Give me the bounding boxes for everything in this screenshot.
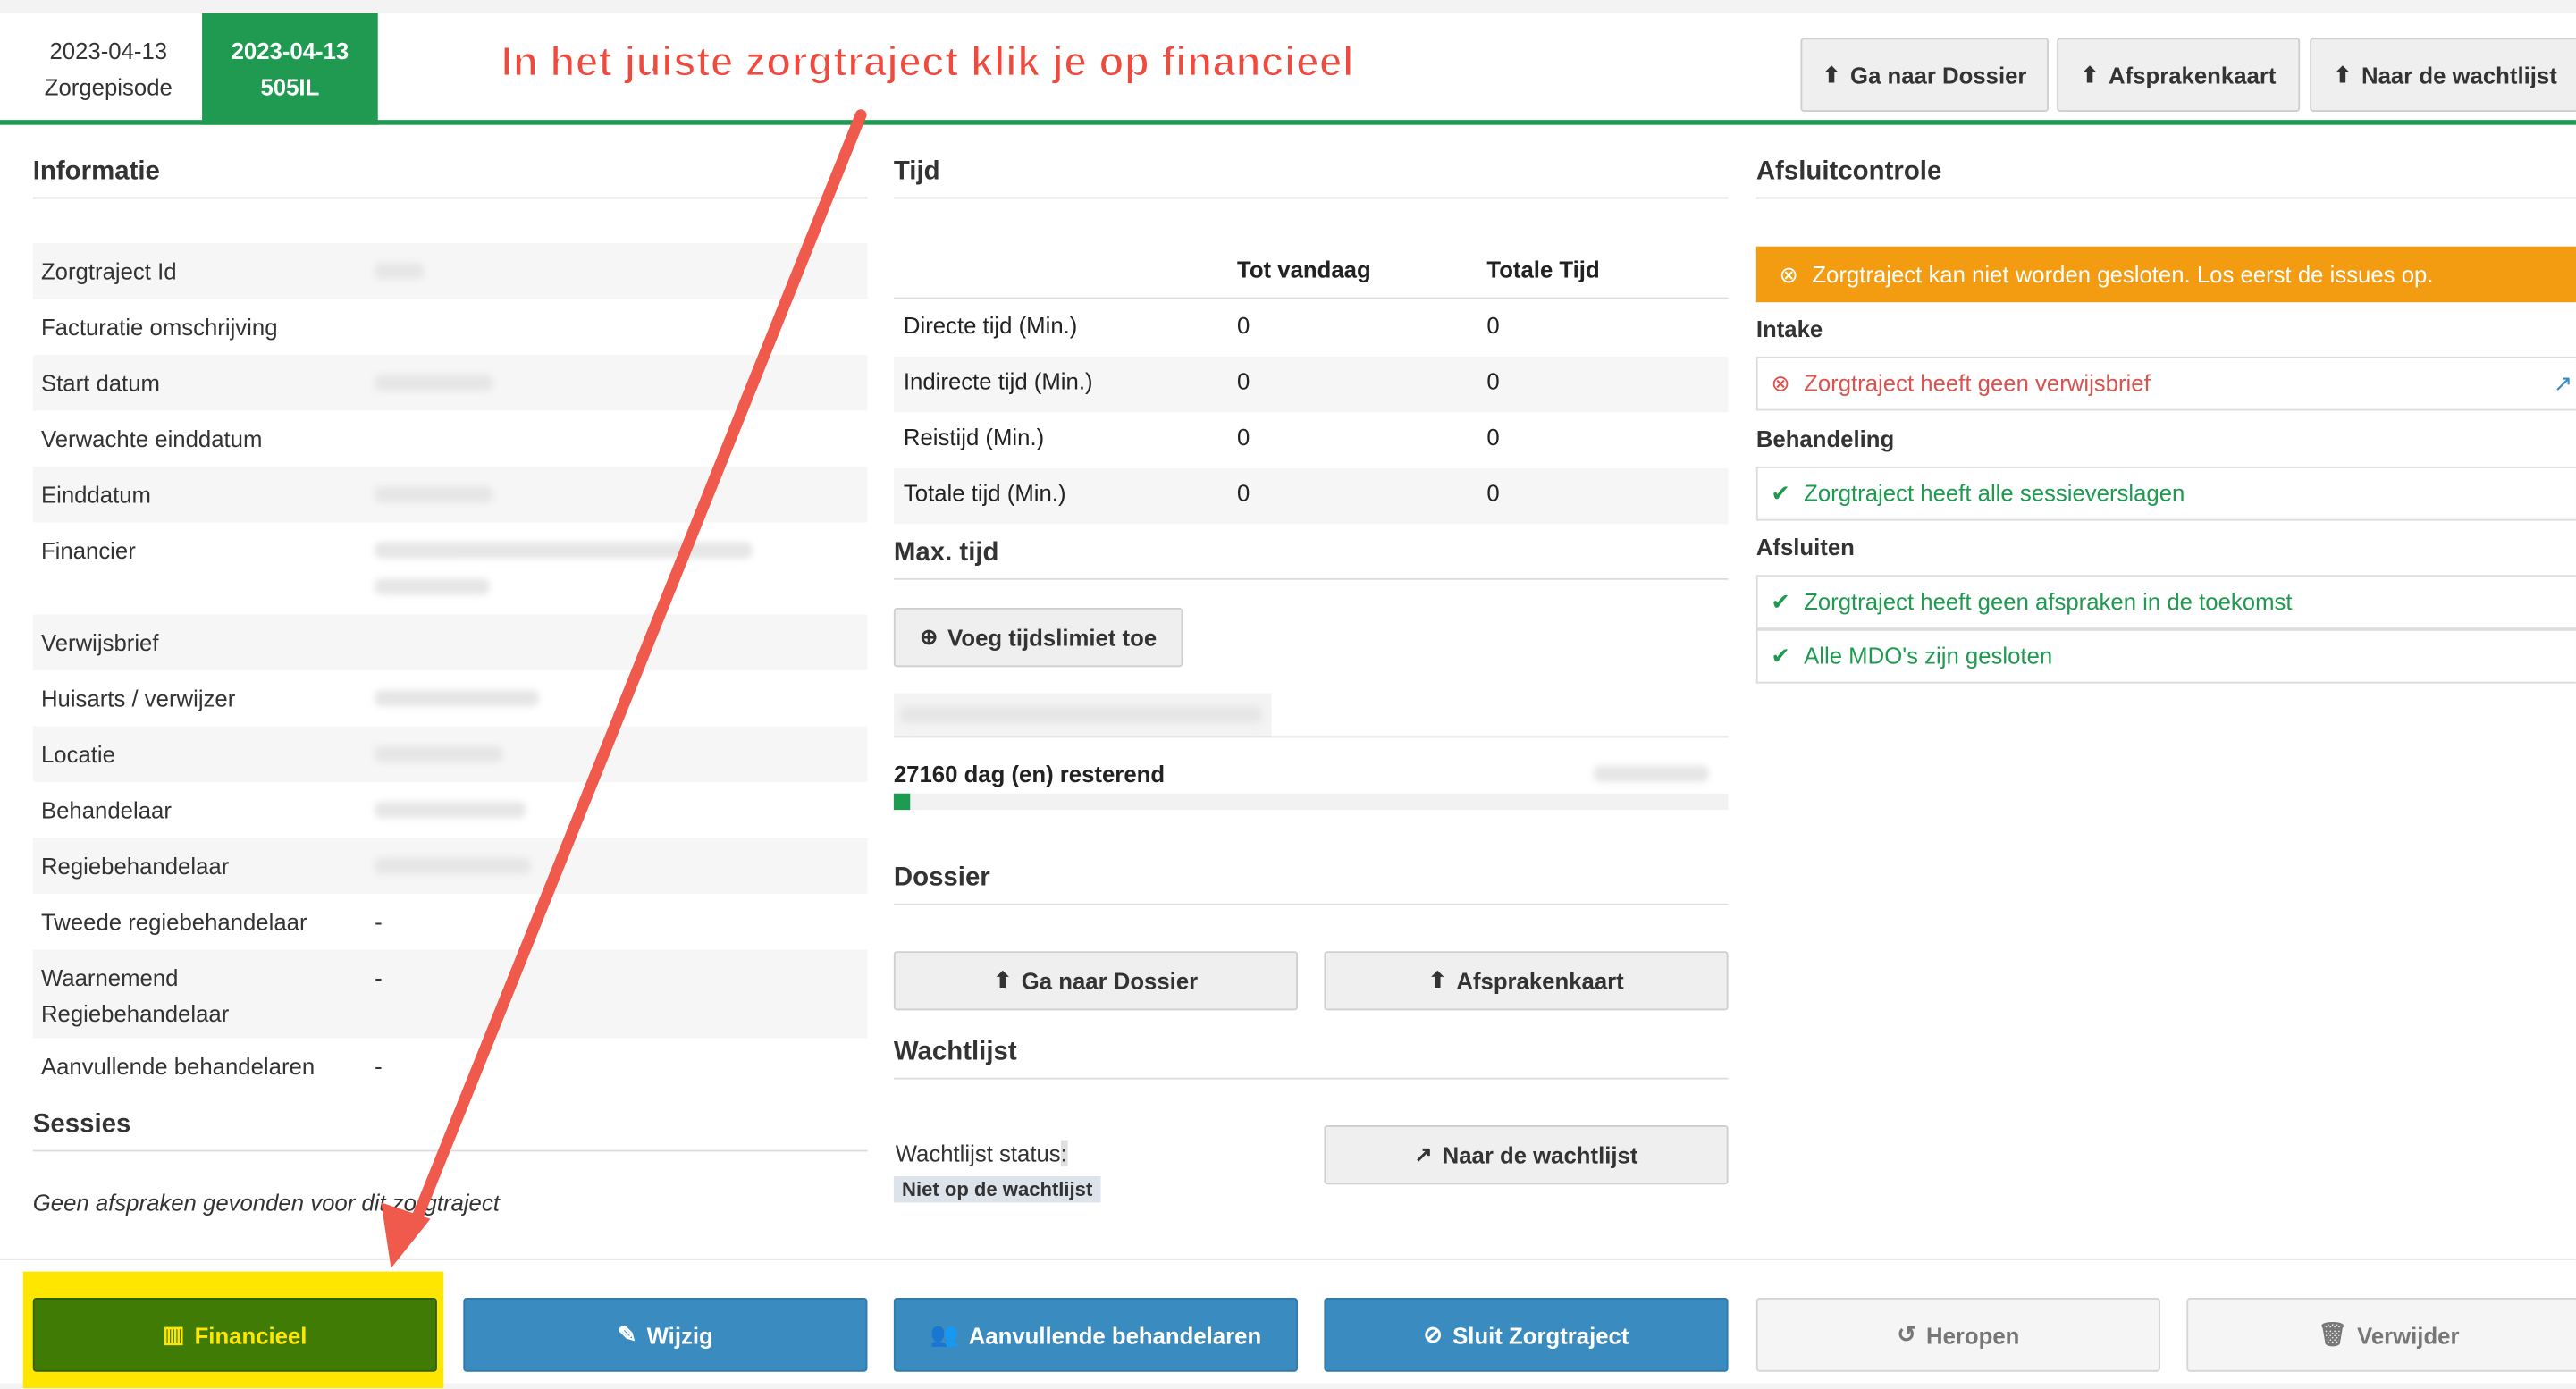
info-row: Verwijsbrief [32,614,868,670]
button-label: Voeg tijdslimiet toe [947,624,1158,651]
divider [0,1258,2576,1260]
arrow-up-circle-icon: ⬆ [993,967,1012,993]
info-row: Locatie [32,726,868,782]
dossier-heading: Dossier [893,864,1729,905]
wachtlijst-status-badge: Niet op de wachtlijst [893,1176,1101,1203]
behandeling-label: Behandeling [1755,425,1895,452]
arrow-up-circle-icon: ⬆ [2333,61,2352,87]
arrow-up-circle-icon: ⬆ [1428,967,1447,993]
info-row: Behandelaar [33,782,868,838]
info-row: Tweede regiebehandelaar - [40,908,383,935]
pencil-icon: ✎ [618,1320,637,1348]
plus-circle-icon: ⊕ [920,624,939,650]
info-row: Zorgtraject Id [32,243,868,299]
button-label: Ga naar Dossier [1021,967,1199,994]
page: 2023-04-13 Zorgepisode 2023-04-13 505IL … [0,13,2576,1389]
blurred-limit-row [893,693,1272,737]
naar-de-wachtlijst-button[interactable]: ⬆ Naar de wachtlijst [2310,38,2576,112]
undo-icon: ↺ [1897,1320,1916,1348]
button-label: Afsprakenkaart [2109,61,2277,88]
wachtlijst-status-label: Wachtlijst status: [895,1140,1067,1166]
tab-zorgepisode[interactable]: 2023-04-13 Zorgepisode [16,13,200,125]
aanvullende-behandelaren-button[interactable]: 👥 Aanvullende behandelaren [893,1298,1299,1372]
info-row: Facturatie omschrijving [40,314,278,341]
informatie-heading: Informatie [32,157,868,199]
check-item: ✔ Alle MDO's zijn gesloten [1755,628,2576,684]
afsprakenkaart-button[interactable]: ⬆ Afsprakenkaart [2057,38,2301,112]
progress-fill [893,793,911,811]
max-tijd-heading: Max. tijd [893,539,1729,580]
button-label: Ga naar Dossier [1850,61,2027,88]
heropen-button[interactable]: ↺ Heropen [1755,1298,2160,1372]
tijd-row: Indirecte tijd (Min.) 0 0 [893,356,1729,413]
tab-date: 2023-04-13 [231,38,349,64]
ban-icon: ⊘ [1423,1320,1444,1348]
check-item: ✔ Zorgtraject heeft alle sessieverslagen [1755,466,2576,521]
info-row: Einddatum [32,466,868,523]
external-link-icon: ↗ [1414,1141,1433,1166]
info-row: Huisarts / verwijzer [33,670,868,726]
arrow-up-circle-icon: ⬆ [1822,61,1841,87]
warning-alert: ⊗ Zorgtraject kan niet worden gesloten. … [1755,246,2576,303]
check-circle-icon: ✔ [1771,642,1790,669]
tab-date: 2023-04-13 [49,38,168,64]
button-label: Naar de wachtlijst [1442,1141,1638,1168]
info-row: Waarnemend Regiebehandelaar - [32,949,868,1039]
check-item: ⊗ Zorgtraject heeft geen verwijsbrief ↗ [1755,356,2576,411]
error-circle-icon: ⊗ [1771,369,1790,396]
check-circle-icon: ✔ [1771,588,1790,615]
afsluiten-label: Afsluiten [1755,534,1855,560]
tab-label: 505IL [260,73,320,101]
trash-icon: 🗑 [2318,1320,2348,1348]
dossier-ga-naar-dossier-button[interactable]: ⬆ Ga naar Dossier [893,951,1299,1011]
sessies-empty-text: Geen afspraken gevonden voor dit zorgtra… [32,1189,500,1216]
tijd-row: Directe tijd (Min.) 0 0 [903,312,1500,339]
remaining-days: 27160 dag (en) resterend [893,760,1166,787]
check-circle-icon: ✔ [1771,479,1790,507]
financieel-button[interactable]: ▥ Financieel [32,1298,437,1372]
blurred-date [1593,761,1709,790]
annotation-text: In het juiste zorgtraject klik je op fin… [501,38,1355,86]
times-circle-icon: ⊗ [1779,261,1799,288]
info-row: Start datum [32,355,868,411]
button-label: Naar de wachtlijst [2361,61,2557,88]
tijd-heading: Tijd [893,157,1729,199]
tijd-table-header: Tot vandaag Totale Tijd [893,243,1729,299]
bar-chart-icon: ▥ [163,1320,185,1348]
users-icon: 👥 [930,1320,959,1348]
wachtlijst-heading: Wachtlijst [893,1039,1729,1080]
sluit-zorgtraject-button[interactable]: ⊘ Sluit Zorgtraject [1324,1298,1729,1372]
tab-zorgtraject[interactable]: 2023-04-13 505IL [202,13,378,125]
ga-naar-dossier-button[interactable]: ⬆ Ga naar Dossier [1800,38,2049,112]
intake-label: Intake [1755,315,1823,342]
tijd-row: Reistijd (Min.) 0 0 [903,424,1500,450]
tijd-row: Totale tijd (Min.) 0 0 [893,467,1729,525]
info-row: Verwachte einddatum [40,425,263,452]
verwijder-button[interactable]: 🗑 Verwijder [2186,1298,2576,1372]
button-label: Afsprakenkaart [1456,967,1624,994]
info-row: Regiebehandelaar [32,838,868,894]
arrow-up-circle-icon: ⬆ [2080,61,2100,87]
wachtlijst-naar-de-wachtlijst-button[interactable]: ↗ Naar de wachtlijst [1324,1125,1729,1185]
sessies-heading: Sessies [32,1110,868,1152]
voeg-tijdslimiet-toe-button[interactable]: ⊕ Voeg tijdslimiet toe [893,608,1183,668]
info-row: Financier [33,522,868,614]
wijzig-button[interactable]: ✎ Wijzig [463,1298,868,1372]
afsluitcontrole-heading: Afsluitcontrole [1755,157,2576,199]
check-item: ✔ Zorgtraject heeft geen afspraken in de… [1755,575,2576,629]
top-bar: 2023-04-13 Zorgepisode 2023-04-13 505IL … [0,13,2576,125]
progress-track [893,793,1729,811]
divider [893,736,1729,738]
dossier-afsprakenkaart-button[interactable]: ⬆ Afsprakenkaart [1324,951,1729,1011]
info-row: Aanvullende behandelaren - [40,1053,383,1080]
external-link-icon[interactable]: ↗ [2554,358,2573,409]
tab-label: Zorgepisode [44,73,173,101]
